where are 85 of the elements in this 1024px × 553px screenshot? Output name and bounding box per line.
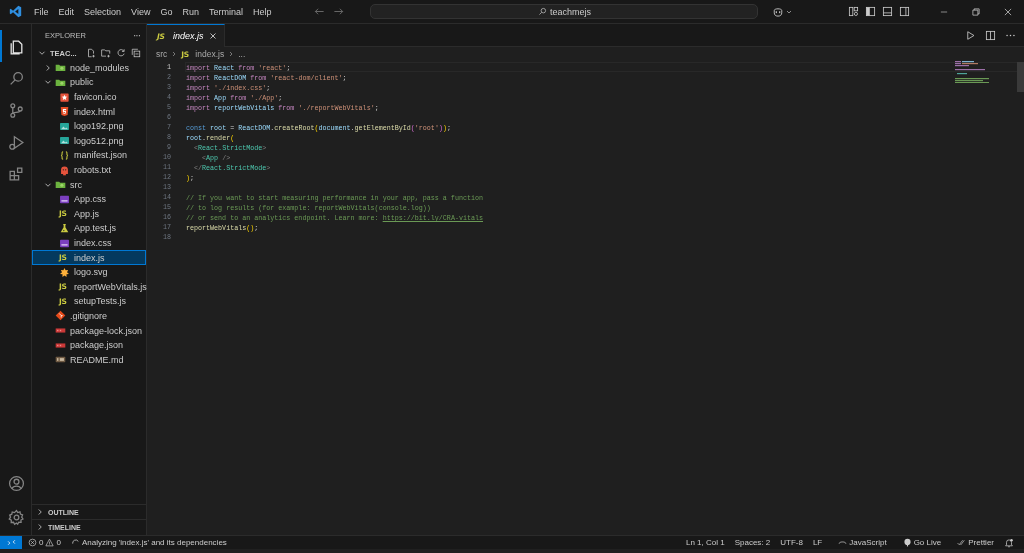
scrollbar-thumb[interactable]	[1017, 62, 1024, 92]
remote-icon	[6, 538, 16, 547]
file-row[interactable]: favicon.ico	[32, 89, 146, 105]
folder-row[interactable]: node_modules	[32, 60, 146, 76]
search-icon	[537, 7, 547, 16]
refresh-icon[interactable]	[115, 48, 126, 59]
close-icon[interactable]	[208, 32, 217, 40]
new-file-icon[interactable]	[85, 48, 96, 59]
status-item[interactable]: Ln 1, Col 1	[685, 538, 725, 547]
file-row[interactable]: logo192.png	[32, 118, 146, 134]
more-actions-button[interactable]: ···	[133, 29, 140, 41]
menu-item[interactable]: Go	[155, 4, 178, 19]
menu-item[interactable]: File	[29, 4, 54, 19]
branch-icon[interactable]	[8, 101, 25, 119]
breadcrumb-item[interactable]: src	[156, 49, 168, 59]
primary-sidebar-icon[interactable]	[865, 6, 876, 17]
image-file-icon	[59, 135, 70, 147]
search-icon[interactable]	[8, 69, 25, 87]
menu-item[interactable]: Run	[177, 4, 204, 19]
status-item[interactable]: Spaces: 2	[734, 538, 771, 547]
notification-bell-icon[interactable]	[1004, 537, 1014, 548]
restore-icon[interactable]	[971, 6, 981, 17]
image-file-icon	[59, 120, 70, 132]
forward-arrow-icon[interactable]	[333, 6, 345, 17]
css-file-icon	[59, 237, 70, 249]
new-folder-icon[interactable]	[100, 48, 111, 59]
status-item[interactable]: UTF-8	[780, 538, 803, 547]
test-file-icon	[59, 222, 70, 234]
file-row[interactable]: robots.txt	[32, 162, 146, 178]
go-live-button[interactable]: Go Live	[902, 538, 942, 547]
split-editor-icon[interactable]	[985, 29, 996, 41]
app-logo	[9, 5, 22, 18]
file-row[interactable]: App.css	[32, 191, 146, 207]
svg-file-icon	[59, 266, 70, 278]
file-row[interactable]: logo.svg	[32, 264, 146, 280]
prettier-button[interactable]: Prettier	[957, 538, 994, 547]
close-icon[interactable]	[1003, 6, 1013, 17]
search-field[interactable]: teachmejs	[370, 4, 759, 19]
folder-row[interactable]: src	[32, 177, 146, 192]
file-row[interactable]: index.css	[32, 235, 146, 251]
file-row[interactable]: package-lock.json	[32, 323, 146, 338]
language-button[interactable]: JavaScript	[838, 538, 887, 547]
file-row[interactable]: manifest.json	[32, 148, 146, 163]
menu-item[interactable]: Edit	[53, 4, 80, 19]
back-arrow-icon[interactable]	[314, 6, 326, 17]
file-row[interactable]: package.json	[32, 337, 146, 353]
panel-icon[interactable]	[882, 6, 893, 17]
menu-item[interactable]: Terminal	[203, 4, 248, 19]
css-file-icon	[59, 193, 70, 205]
collapse-all-icon[interactable]	[130, 48, 141, 59]
breadcrumb-item[interactable]: ...	[238, 49, 246, 59]
error-icon	[28, 538, 37, 547]
menu-item[interactable]: Help	[247, 4, 277, 19]
settings-icon[interactable]	[8, 508, 25, 526]
spinner-icon	[70, 538, 80, 547]
minimap-drawing	[955, 61, 991, 83]
file-row[interactable]: .gitignore	[32, 308, 146, 324]
customize-layout-icon[interactable]	[848, 6, 859, 17]
run-debug-icon[interactable]	[8, 133, 25, 151]
folder-icon	[55, 77, 66, 88]
folder-row[interactable]: public	[32, 75, 146, 90]
secondary-sidebar-icon[interactable]	[899, 6, 910, 17]
git-file-icon	[55, 310, 66, 322]
broadcast-icon	[902, 538, 912, 547]
file-row[interactable]: README.md	[32, 352, 146, 368]
file-row[interactable]: index.html	[32, 104, 146, 119]
status-item[interactable]: LF	[812, 538, 823, 547]
breadcrumb-item[interactable]: index.js	[195, 49, 225, 59]
double-check-icon	[957, 538, 967, 547]
folder-icon	[55, 62, 66, 74]
extensions-icon[interactable]	[8, 165, 25, 183]
robot-file-icon	[59, 164, 70, 176]
file-row[interactable]: logo512.png	[32, 133, 146, 149]
problems-button[interactable]: 0 0	[28, 538, 61, 547]
html-file-icon	[59, 106, 70, 118]
account-icon[interactable]	[8, 474, 25, 492]
status-message: Analyzing 'index.js' and its dependencies	[81, 538, 227, 547]
menu-item[interactable]: View	[126, 4, 156, 19]
menu-item[interactable]: Selection	[79, 4, 127, 19]
folder-icon	[55, 179, 66, 191]
star-file-icon	[59, 91, 70, 103]
warning-icon	[45, 538, 55, 547]
run-icon[interactable]	[965, 29, 976, 41]
file-row[interactable]: App.test.js	[32, 221, 146, 236]
copilot-icon[interactable]	[772, 5, 785, 18]
